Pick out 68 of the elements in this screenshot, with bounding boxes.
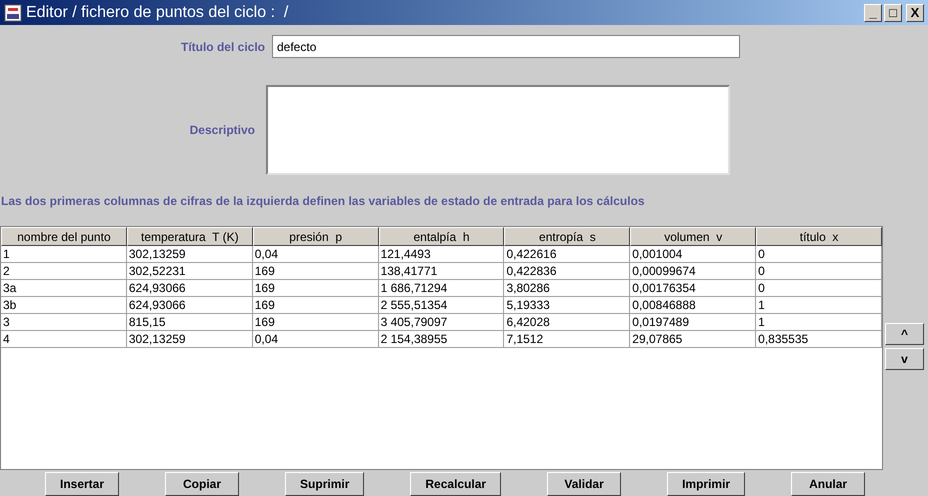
move-down-button[interactable]: v [885, 348, 924, 370]
table-cell: 5,19333 [504, 297, 630, 314]
table-cell: 0 [756, 246, 882, 263]
table-cell: 624,93066 [126, 280, 253, 297]
table-cell: 121,4493 [378, 246, 504, 263]
table-cell: 2 555,51354 [378, 297, 504, 314]
table-cell: 29,07865 [630, 331, 756, 348]
table-cell: 302,13259 [126, 246, 253, 263]
column-header[interactable]: entropía s [504, 227, 630, 246]
table-cell: 0,00176354 [630, 280, 756, 297]
title-field[interactable]: defecto [272, 35, 740, 58]
table-cell: 0 [756, 263, 882, 280]
field-label: Título del ciclo [180, 38, 265, 56]
table-cell: 3,80286 [504, 280, 630, 297]
table-cell: 1 686,71294 [378, 280, 504, 297]
table-cell: 6,42028 [504, 314, 630, 331]
info-text: Las dos primeras columnas de cifras de la izquierda definen las variables de estado de entrada para los cálculos [1, 193, 646, 210]
table-cell: 7,1512 [504, 331, 630, 348]
table-cell: 0,00099674 [630, 263, 756, 280]
action-button[interactable]: Imprimir [667, 472, 746, 496]
table-cell: 169 [252, 297, 379, 314]
table-cell: 0,04 [252, 331, 379, 348]
app-icon [4, 4, 22, 22]
table-cell: 3a [1, 280, 127, 297]
table-cell: 1 [756, 297, 882, 314]
table-cell: 1 [756, 314, 882, 331]
maximize-button[interactable]: □ [884, 4, 902, 22]
column-header[interactable]: presión p [252, 227, 379, 246]
table-cell: 3 [1, 314, 127, 331]
table-cell: 169 [252, 263, 379, 280]
table-cell: 0 [756, 280, 882, 297]
table-cell: 2 [1, 263, 127, 280]
table-cell: 0,835535 [756, 331, 882, 348]
minimize-button[interactable]: _ [864, 4, 882, 22]
table-cell: 0,422836 [504, 263, 630, 280]
table-cell: 624,93066 [126, 297, 253, 314]
table-cell: 1 [1, 246, 127, 263]
action-button[interactable]: Validar [547, 472, 622, 496]
close-button[interactable]: X [906, 4, 924, 22]
table-cell: 3b [1, 297, 127, 314]
table-cell: 4 [1, 331, 127, 348]
table-cell: 302,13259 [126, 331, 253, 348]
table-cell: 3 405,79097 [378, 314, 504, 331]
table-cell: 302,52231 [126, 263, 253, 280]
column-header[interactable]: entalpía h [378, 227, 504, 246]
table-cell: 169 [252, 314, 379, 331]
action-button[interactable]: Recalcular [410, 472, 502, 496]
table-cell: 0,422616 [504, 246, 630, 263]
window-title: Editor / fichero de puntos del ciclo : / [26, 2, 288, 22]
column-header[interactable]: título x [756, 227, 882, 246]
action-button[interactable]: Anular [791, 472, 866, 496]
field-label: Descriptivo [188, 122, 255, 139]
action-button[interactable]: Suprimir [285, 472, 364, 496]
column-header[interactable]: temperatura T (K) [126, 227, 253, 246]
table-cell: 138,41771 [378, 263, 504, 280]
column-header[interactable]: volumen v [630, 227, 756, 246]
table-cell: 0,001004 [630, 246, 756, 263]
table-cell: 169 [252, 280, 379, 297]
column-header[interactable]: nombre del punto [1, 227, 127, 246]
action-button[interactable]: Copiar [165, 472, 240, 496]
table-cell: 815,15 [126, 314, 253, 331]
table-cell: 0,00846888 [630, 297, 756, 314]
table-cell: 2 154,38955 [378, 331, 504, 348]
table-cell: 0,04 [252, 246, 379, 263]
action-button[interactable]: Insertar [45, 472, 120, 496]
description-field[interactable] [266, 85, 730, 175]
table-cell: 0,0197489 [630, 314, 756, 331]
move-up-button[interactable]: ^ [885, 323, 924, 345]
